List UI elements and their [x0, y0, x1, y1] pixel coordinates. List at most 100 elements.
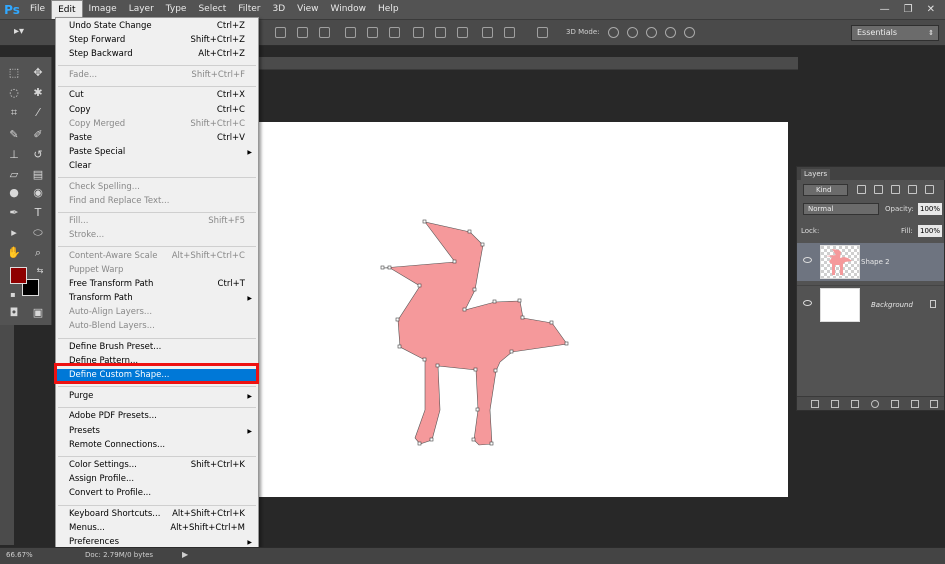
distribute-bottom-icon[interactable]: [457, 27, 468, 38]
menu-item-check-spelling[interactable]: Check Spelling...: [56, 181, 258, 194]
menu-item-purge[interactable]: Purge ▶: [56, 390, 258, 403]
close-button[interactable]: ✕: [927, 4, 935, 15]
default-colors-icon[interactable]: ▪: [4, 287, 22, 303]
delete-layer-icon[interactable]: [930, 400, 938, 408]
menu-item-menus[interactable]: Menus... Alt+Shift+Ctrl+M: [56, 522, 258, 535]
eraser-tool-icon[interactable]: ▱: [5, 167, 23, 183]
foreground-color-swatch[interactable]: [10, 267, 27, 284]
menu-item-step-backward[interactable]: Step Backward Alt+Ctrl+Z: [56, 48, 258, 61]
healing-brush-icon[interactable]: ✎: [5, 127, 23, 143]
menu-item-auto-blend-layers[interactable]: Auto-Blend Layers...: [56, 320, 258, 333]
pen-tool-icon[interactable]: ✒: [5, 205, 23, 221]
magic-wand-icon[interactable]: ✱: [29, 85, 47, 101]
visibility-eye-icon[interactable]: [803, 300, 812, 306]
visibility-eye-icon[interactable]: [803, 257, 812, 263]
align-right-icon[interactable]: [319, 27, 330, 38]
menu-window[interactable]: Window: [325, 0, 373, 19]
menu-item-color-settings[interactable]: Color Settings... Shift+Ctrl+K: [56, 459, 258, 472]
quick-mask-icon[interactable]: ◘: [5, 305, 23, 321]
distribute-center-icon[interactable]: [504, 27, 515, 38]
layer-row-background[interactable]: Background: [797, 285, 944, 323]
clone-stamp-icon[interactable]: ⊥: [5, 147, 23, 163]
workspace-select[interactable]: Essentials ⇕: [851, 25, 939, 41]
gradient-tool-icon[interactable]: ▤: [29, 167, 47, 183]
path-selection-icon[interactable]: ▸: [5, 225, 23, 241]
filter-shape-icon[interactable]: [908, 185, 917, 194]
align-middle-icon[interactable]: [367, 27, 378, 38]
align-left-icon[interactable]: [275, 27, 286, 38]
brush-tool-icon[interactable]: ✐: [29, 127, 47, 143]
menu-item-puppet-warp[interactable]: Puppet Warp: [56, 264, 258, 277]
path-selection-tool-preset-icon[interactable]: ▸▾: [14, 26, 40, 40]
menu-view[interactable]: View: [291, 0, 324, 19]
menu-item-assign-profile[interactable]: Assign Profile...: [56, 473, 258, 486]
menu-item-undo-state-change[interactable]: Undo State Change Ctrl+Z: [56, 20, 258, 33]
align-center-icon[interactable]: [297, 27, 308, 38]
screen-mode-icon[interactable]: ▣: [29, 305, 47, 321]
menu-item-paste[interactable]: Paste Ctrl+V: [56, 132, 258, 145]
menu-item-remote-connections[interactable]: Remote Connections...: [56, 439, 258, 452]
document-canvas[interactable]: [258, 122, 788, 497]
menu-item-copy-merged[interactable]: Copy Merged Shift+Ctrl+C: [56, 118, 258, 131]
distribute-middle-icon[interactable]: [435, 27, 446, 38]
menu-item-step-forward[interactable]: Step Forward Shift+Ctrl+Z: [56, 34, 258, 47]
3d-pan-icon[interactable]: [646, 27, 657, 38]
distribute-top-icon[interactable]: [413, 27, 424, 38]
new-layer-icon[interactable]: [911, 400, 919, 408]
hand-tool-icon[interactable]: ✋: [5, 245, 23, 261]
crop-tool-icon[interactable]: ⌗: [5, 105, 23, 121]
menu-item-content-aware-scale[interactable]: Content-Aware Scale Alt+Shift+Ctrl+C: [56, 250, 258, 263]
type-tool-icon[interactable]: T: [29, 205, 47, 221]
minimize-button[interactable]: —: [880, 4, 890, 15]
menu-3d[interactable]: 3D: [267, 0, 292, 19]
eyedropper-icon[interactable]: ⁄: [29, 105, 47, 121]
layers-tab[interactable]: Layers: [801, 169, 831, 180]
menu-help[interactable]: Help: [372, 0, 405, 19]
swap-colors-icon[interactable]: ⇆: [31, 263, 49, 279]
menu-item-convert-to-profile[interactable]: Convert to Profile...: [56, 487, 258, 500]
3d-rotate-icon[interactable]: [608, 27, 619, 38]
menu-item-define-brush-preset[interactable]: Define Brush Preset...: [56, 341, 258, 354]
layer-row-shape-2[interactable]: Shape 2: [797, 243, 944, 281]
menu-item-presets[interactable]: Presets ▶: [56, 425, 258, 438]
ellipse-tool-icon[interactable]: ⬭: [29, 225, 47, 241]
3d-scale-icon[interactable]: [684, 27, 695, 38]
menu-item-find-and-replace-text[interactable]: Find and Replace Text...: [56, 195, 258, 208]
status-menu-arrow-icon[interactable]: ▶: [182, 550, 188, 559]
3d-roll-icon[interactable]: [627, 27, 638, 38]
opacity-input[interactable]: 100%: [918, 203, 942, 215]
blend-mode-select[interactable]: Normal: [803, 203, 879, 215]
filter-type-icon[interactable]: [891, 185, 900, 194]
align-top-icon[interactable]: [345, 27, 356, 38]
restore-button[interactable]: ❐: [904, 4, 913, 15]
3d-slide-icon[interactable]: [665, 27, 676, 38]
zoom-level[interactable]: 66.67%: [6, 551, 33, 559]
layer-filter-kind[interactable]: Kind: [803, 184, 848, 196]
menu-item-adobe-pdf-presets[interactable]: Adobe PDF Presets...: [56, 410, 258, 423]
zoom-tool-icon[interactable]: ⌕: [29, 245, 47, 261]
menu-item-clear[interactable]: Clear: [56, 160, 258, 173]
new-group-icon[interactable]: [891, 400, 899, 408]
history-brush-icon[interactable]: ↺: [29, 147, 47, 163]
distribute-left-icon[interactable]: [482, 27, 493, 38]
marquee-tool-icon[interactable]: ⬚: [5, 65, 23, 81]
menu-item-cut[interactable]: Cut Ctrl+X: [56, 89, 258, 102]
menu-item-auto-align-layers[interactable]: Auto-Align Layers...: [56, 306, 258, 319]
fill-input[interactable]: 100%: [918, 225, 942, 237]
layer-style-icon[interactable]: [831, 400, 839, 408]
move-tool-icon[interactable]: ✥: [29, 65, 47, 81]
add-mask-icon[interactable]: [851, 400, 859, 408]
menu-item-copy[interactable]: Copy Ctrl+C: [56, 104, 258, 117]
adjustment-layer-icon[interactable]: [871, 400, 879, 408]
dodge-tool-icon[interactable]: ◉: [29, 185, 47, 201]
link-layers-icon[interactable]: [811, 400, 819, 408]
menu-item-transform-path[interactable]: Transform Path ▶: [56, 292, 258, 305]
filter-adjustment-icon[interactable]: [874, 185, 883, 194]
menu-file[interactable]: File: [24, 0, 51, 19]
menu-item-fill[interactable]: Fill... Shift+F5: [56, 215, 258, 228]
menu-item-stroke[interactable]: Stroke...: [56, 229, 258, 242]
blur-tool-icon[interactable]: ●: [5, 185, 23, 201]
filter-pixel-icon[interactable]: [857, 185, 866, 194]
menu-item-fade[interactable]: Fade... Shift+Ctrl+F: [56, 69, 258, 82]
filter-smart-object-icon[interactable]: [925, 185, 934, 194]
